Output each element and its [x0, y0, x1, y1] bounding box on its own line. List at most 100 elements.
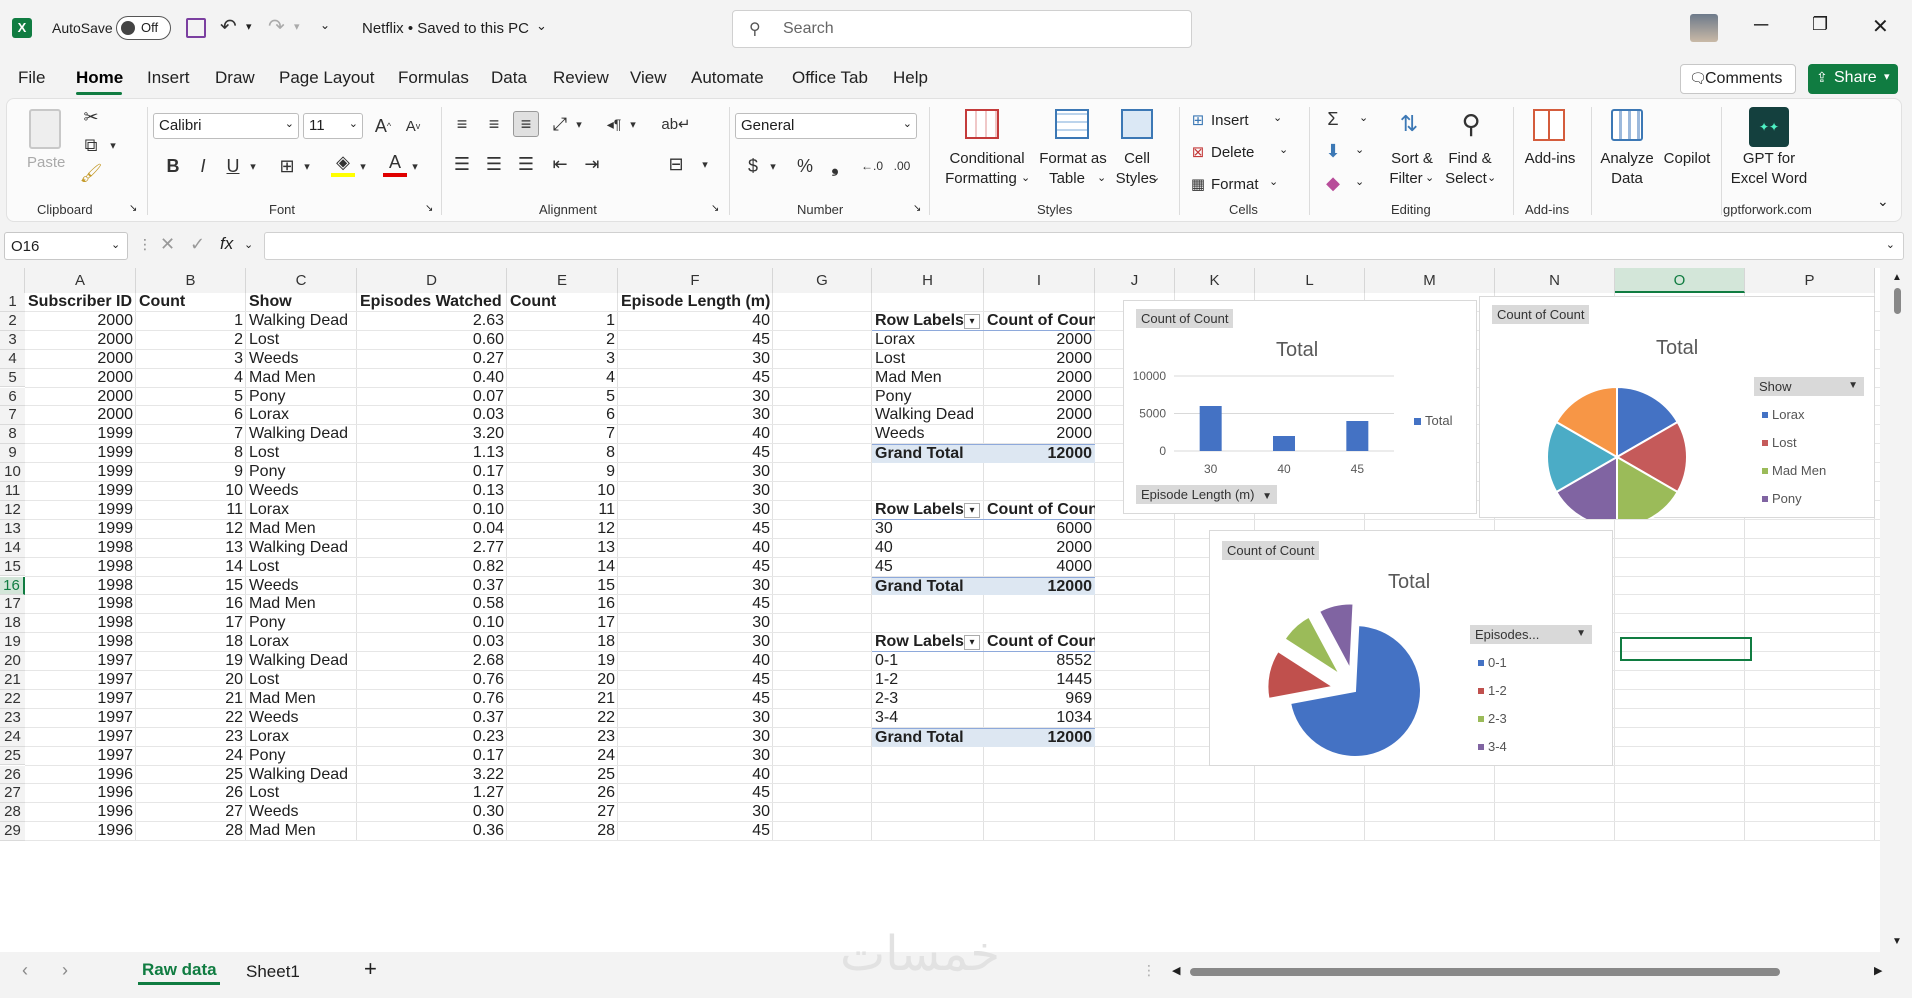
pivot-row-label[interactable]: 3-4 [872, 709, 984, 728]
row-header[interactable]: 4 [0, 349, 25, 369]
insert-function-icon[interactable]: fx [220, 234, 233, 254]
table-cell[interactable]: 1996 [25, 784, 136, 803]
table-cell[interactable]: 30 [618, 350, 773, 369]
table-cell[interactable]: 25 [507, 766, 618, 785]
table-cell[interactable]: 30 [618, 728, 773, 747]
table-cell[interactable]: 1996 [25, 766, 136, 785]
align-center-icon[interactable]: ☰ [481, 151, 507, 177]
pivot-grand-total-label[interactable]: Grand Total [872, 576, 984, 596]
table-cell[interactable]: 2 [507, 331, 618, 350]
font-color-icon[interactable]: A [383, 151, 407, 177]
filter-dropdown-icon[interactable]: ▾ [964, 313, 980, 329]
chevron-down-icon[interactable]: ⌄ [1359, 111, 1368, 124]
bar-40[interactable] [1273, 436, 1295, 451]
table-cell[interactable]: 2.68 [357, 652, 507, 671]
table-cell[interactable]: 1999 [25, 444, 136, 463]
enter-icon[interactable]: ✓ [190, 234, 205, 255]
table-cell[interactable]: 12 [507, 520, 618, 539]
table-cell[interactable]: 45 [618, 595, 773, 614]
table-cell[interactable]: 45 [618, 690, 773, 709]
analyze-data-icon[interactable] [1611, 109, 1643, 141]
pivot-row-label[interactable]: 45 [872, 558, 984, 577]
table-cell[interactable]: 20 [136, 671, 246, 690]
table-cell[interactable]: 3.20 [357, 425, 507, 444]
table-cell[interactable]: 28 [507, 822, 618, 841]
table-cell[interactable]: Weeds [246, 803, 357, 822]
legend-item[interactable]: Mad Men [1772, 463, 1826, 478]
scroll-left-icon[interactable]: ◀ [1172, 964, 1180, 977]
table-cell[interactable]: 2000 [25, 331, 136, 350]
table-cell[interactable]: 45 [618, 784, 773, 803]
table-cell[interactable]: 13 [507, 539, 618, 558]
save-icon[interactable] [186, 18, 206, 38]
find-select-label-2[interactable]: Select [1441, 169, 1491, 188]
worksheet-grid[interactable]: ABCDEFGHIJKLMNOP 1 2 3 4 5 6 7 8 9 10 11 12 13 14 15 16… [0, 268, 1880, 952]
format-as-table-label-1[interactable]: Format as [1033, 149, 1113, 168]
table-cell[interactable]: Pony [246, 614, 357, 633]
underline-dropdown-icon[interactable]: ▾ [247, 157, 259, 175]
format-as-table-label-2[interactable]: Table [1027, 169, 1107, 188]
rtl-dropdown-icon[interactable]: ▾ [627, 115, 639, 133]
table-cell[interactable]: 8 [507, 444, 618, 463]
table-cell[interactable]: 4 [136, 369, 246, 388]
vertical-scrollbar-track[interactable]: ▲ ▼ [1888, 270, 1906, 952]
number-launcher-icon[interactable]: ↘ [913, 203, 921, 214]
font-color-dropdown-icon[interactable]: ▾ [409, 157, 421, 175]
tab-insert[interactable]: Insert [147, 68, 190, 88]
decrease-indent-icon[interactable]: ⇤ [547, 151, 573, 177]
table-cell[interactable]: 1997 [25, 728, 136, 747]
table-cell[interactable]: 0.27 [357, 350, 507, 369]
splitter-icon[interactable]: ⋮ [1142, 962, 1156, 979]
table-cell[interactable]: 28 [136, 822, 246, 841]
table-cell[interactable]: 3 [136, 350, 246, 369]
redo-icon[interactable]: ↷ [268, 14, 285, 39]
table-cell[interactable]: 17 [136, 614, 246, 633]
conditional-formatting-label-2[interactable]: Formatting [939, 169, 1023, 188]
font-name-select[interactable]: Calibri ⌄ [153, 113, 299, 139]
table-cell[interactable]: Mad Men [246, 822, 357, 841]
sort-filter-icon[interactable]: ⇅ [1389, 107, 1429, 141]
pivot-grand-total-label[interactable]: Grand Total [872, 444, 984, 464]
table-cell[interactable]: 30 [618, 803, 773, 822]
row-header[interactable]: 9 [0, 444, 25, 464]
cell-styles-icon[interactable] [1121, 109, 1153, 139]
table-cell[interactable]: 0.03 [357, 406, 507, 425]
table-cell[interactable]: 0.37 [357, 577, 507, 596]
table-cell[interactable]: Mad Men [246, 369, 357, 388]
search-box[interactable]: ⚲ Search [732, 10, 1192, 48]
pivot-value[interactable]: 8552 [984, 652, 1095, 671]
fill-color-icon[interactable]: ◈ [331, 151, 355, 177]
font-launcher-icon[interactable]: ↘ [425, 203, 433, 214]
row-header[interactable]: 18 [0, 614, 25, 634]
legend-item[interactable]: 3-4 [1488, 739, 1507, 754]
table-cell[interactable]: 10 [136, 482, 246, 501]
currency-icon[interactable]: $ [741, 153, 765, 179]
row-header[interactable]: 21 [0, 671, 25, 690]
merge-center-icon[interactable]: ⊟ [663, 151, 689, 177]
format-cells-icon[interactable]: ▦ [1187, 173, 1209, 195]
table-cell[interactable]: 0.76 [357, 690, 507, 709]
sheet-tab-raw-data[interactable]: Raw data [134, 958, 224, 986]
table-cell[interactable]: 20 [507, 671, 618, 690]
table-cell[interactable]: Lorax [246, 633, 357, 652]
name-box[interactable]: O16 ⌄ [4, 232, 128, 260]
table-cell[interactable]: 24 [136, 747, 246, 766]
table-cell[interactable]: 12 [136, 520, 246, 539]
table-cell[interactable]: 23 [136, 728, 246, 747]
table-cell[interactable]: 30 [618, 747, 773, 766]
table-cell[interactable]: 1996 [25, 803, 136, 822]
conditional-formatting-label-1[interactable]: Conditional [945, 149, 1029, 168]
paste-label[interactable]: Paste [27, 153, 65, 172]
row-header[interactable]: 28 [0, 803, 25, 823]
copy-icon[interactable]: ⧉ [79, 133, 103, 157]
table-cell[interactable]: 7 [507, 425, 618, 444]
underline-icon[interactable]: U [221, 153, 245, 179]
scroll-up-icon[interactable]: ▲ [1892, 272, 1902, 283]
table-cell[interactable]: 7 [136, 425, 246, 444]
table-cell[interactable]: 45 [618, 331, 773, 350]
table-cell[interactable]: 18 [136, 633, 246, 652]
alignment-launcher-icon[interactable]: ↘ [711, 203, 719, 214]
chevron-down-icon[interactable]: ⌄ [244, 238, 253, 251]
table-cell[interactable]: 0.37 [357, 709, 507, 728]
table-cell[interactable]: 1997 [25, 671, 136, 690]
